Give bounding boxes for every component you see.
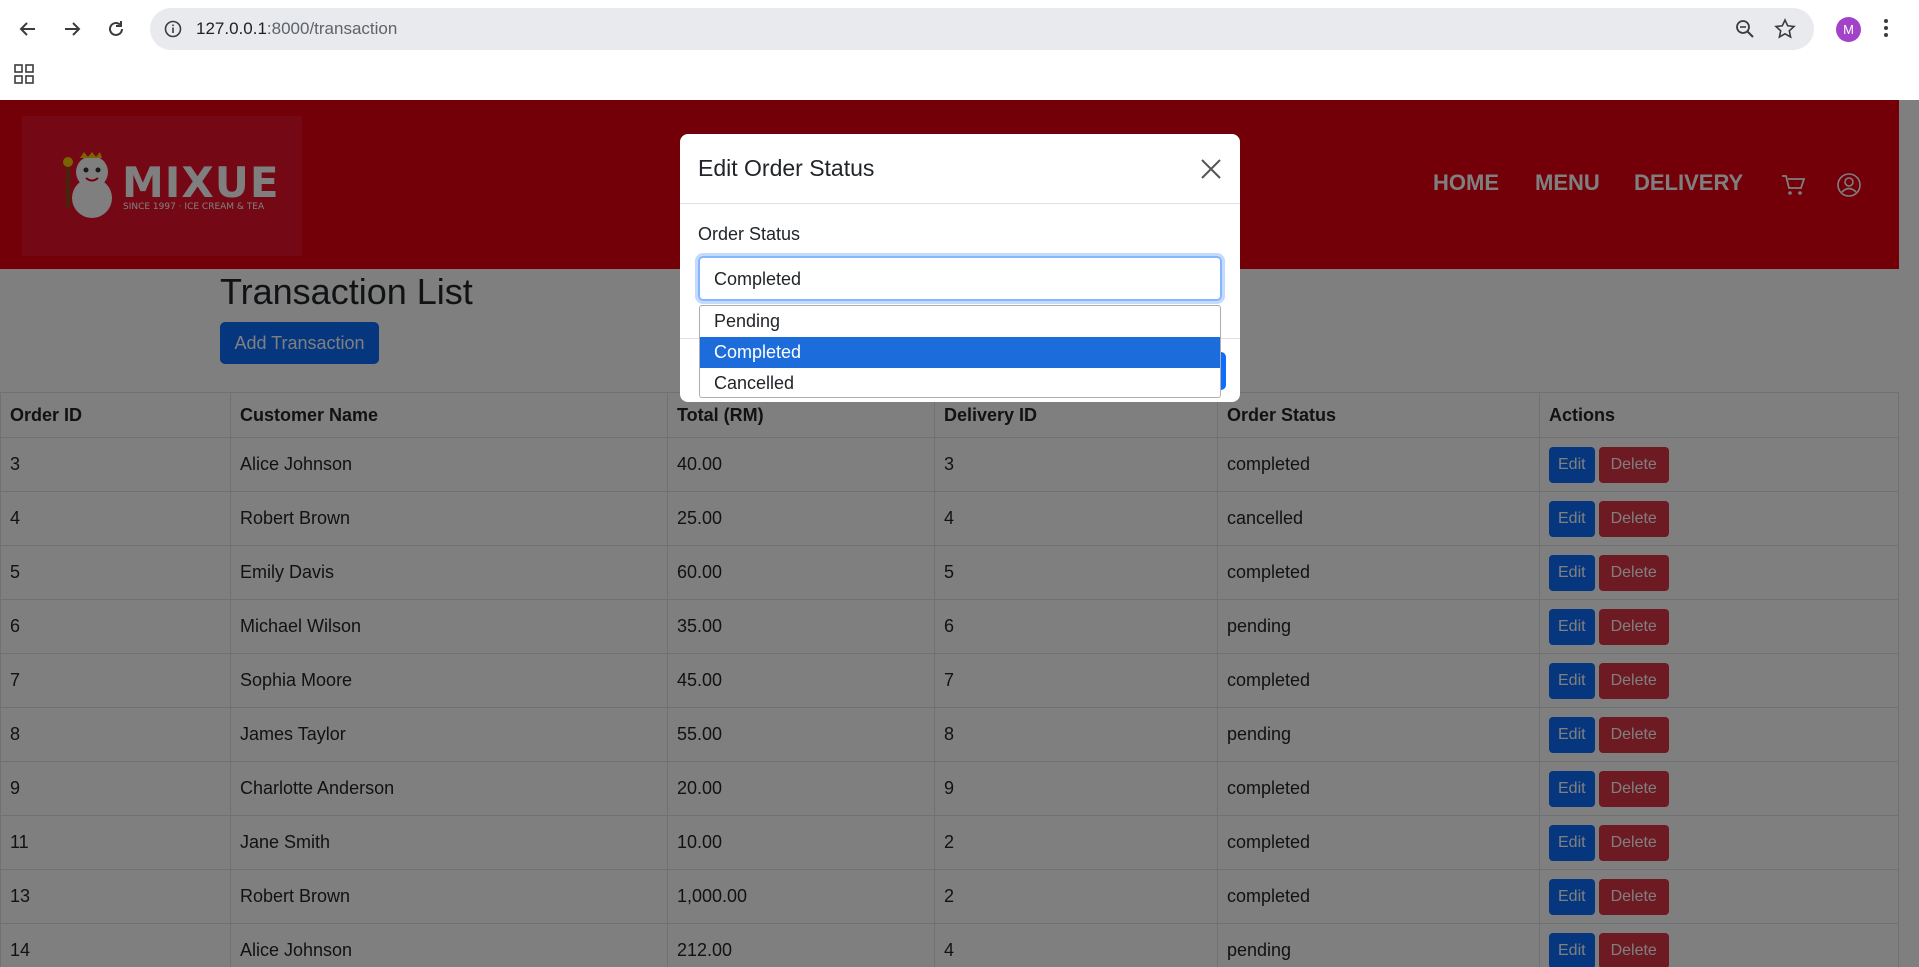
browser-toolbar: 127.0.0.1:8000/transaction M <box>0 0 1919 100</box>
address-bar[interactable]: 127.0.0.1:8000/transaction <box>150 8 1814 50</box>
option-pending[interactable]: Pending <box>700 306 1220 337</box>
forward-icon[interactable] <box>58 15 86 43</box>
zoom-icon[interactable] <box>1735 19 1755 44</box>
order-status-label: Order Status <box>698 224 801 244</box>
close-icon[interactable] <box>1198 156 1224 182</box>
site-info-icon[interactable] <box>164 20 182 43</box>
back-icon[interactable] <box>14 15 42 43</box>
bookmark-star-icon[interactable] <box>1774 18 1796 45</box>
order-status-select[interactable]: Completed <box>698 256 1222 301</box>
order-status-dropdown-list: Pending Completed Cancelled <box>699 305 1221 398</box>
profile-avatar[interactable]: M <box>1836 17 1861 42</box>
modal-header: Edit Order Status <box>680 134 1240 204</box>
url-path: :8000/transaction <box>266 19 398 38</box>
url-host: 127.0.0.1 <box>196 19 267 38</box>
url-text: 127.0.0.1:8000/transaction <box>196 19 397 39</box>
option-cancelled[interactable]: Cancelled <box>700 368 1220 399</box>
modal-title: Edit Order Status <box>698 155 875 181</box>
browser-menu-icon[interactable] <box>1883 17 1889 44</box>
reload-icon[interactable] <box>102 15 130 43</box>
apps-grid-icon[interactable] <box>14 64 34 84</box>
option-completed[interactable]: Completed <box>700 337 1220 368</box>
order-status-selected-value: Completed <box>714 269 802 289</box>
